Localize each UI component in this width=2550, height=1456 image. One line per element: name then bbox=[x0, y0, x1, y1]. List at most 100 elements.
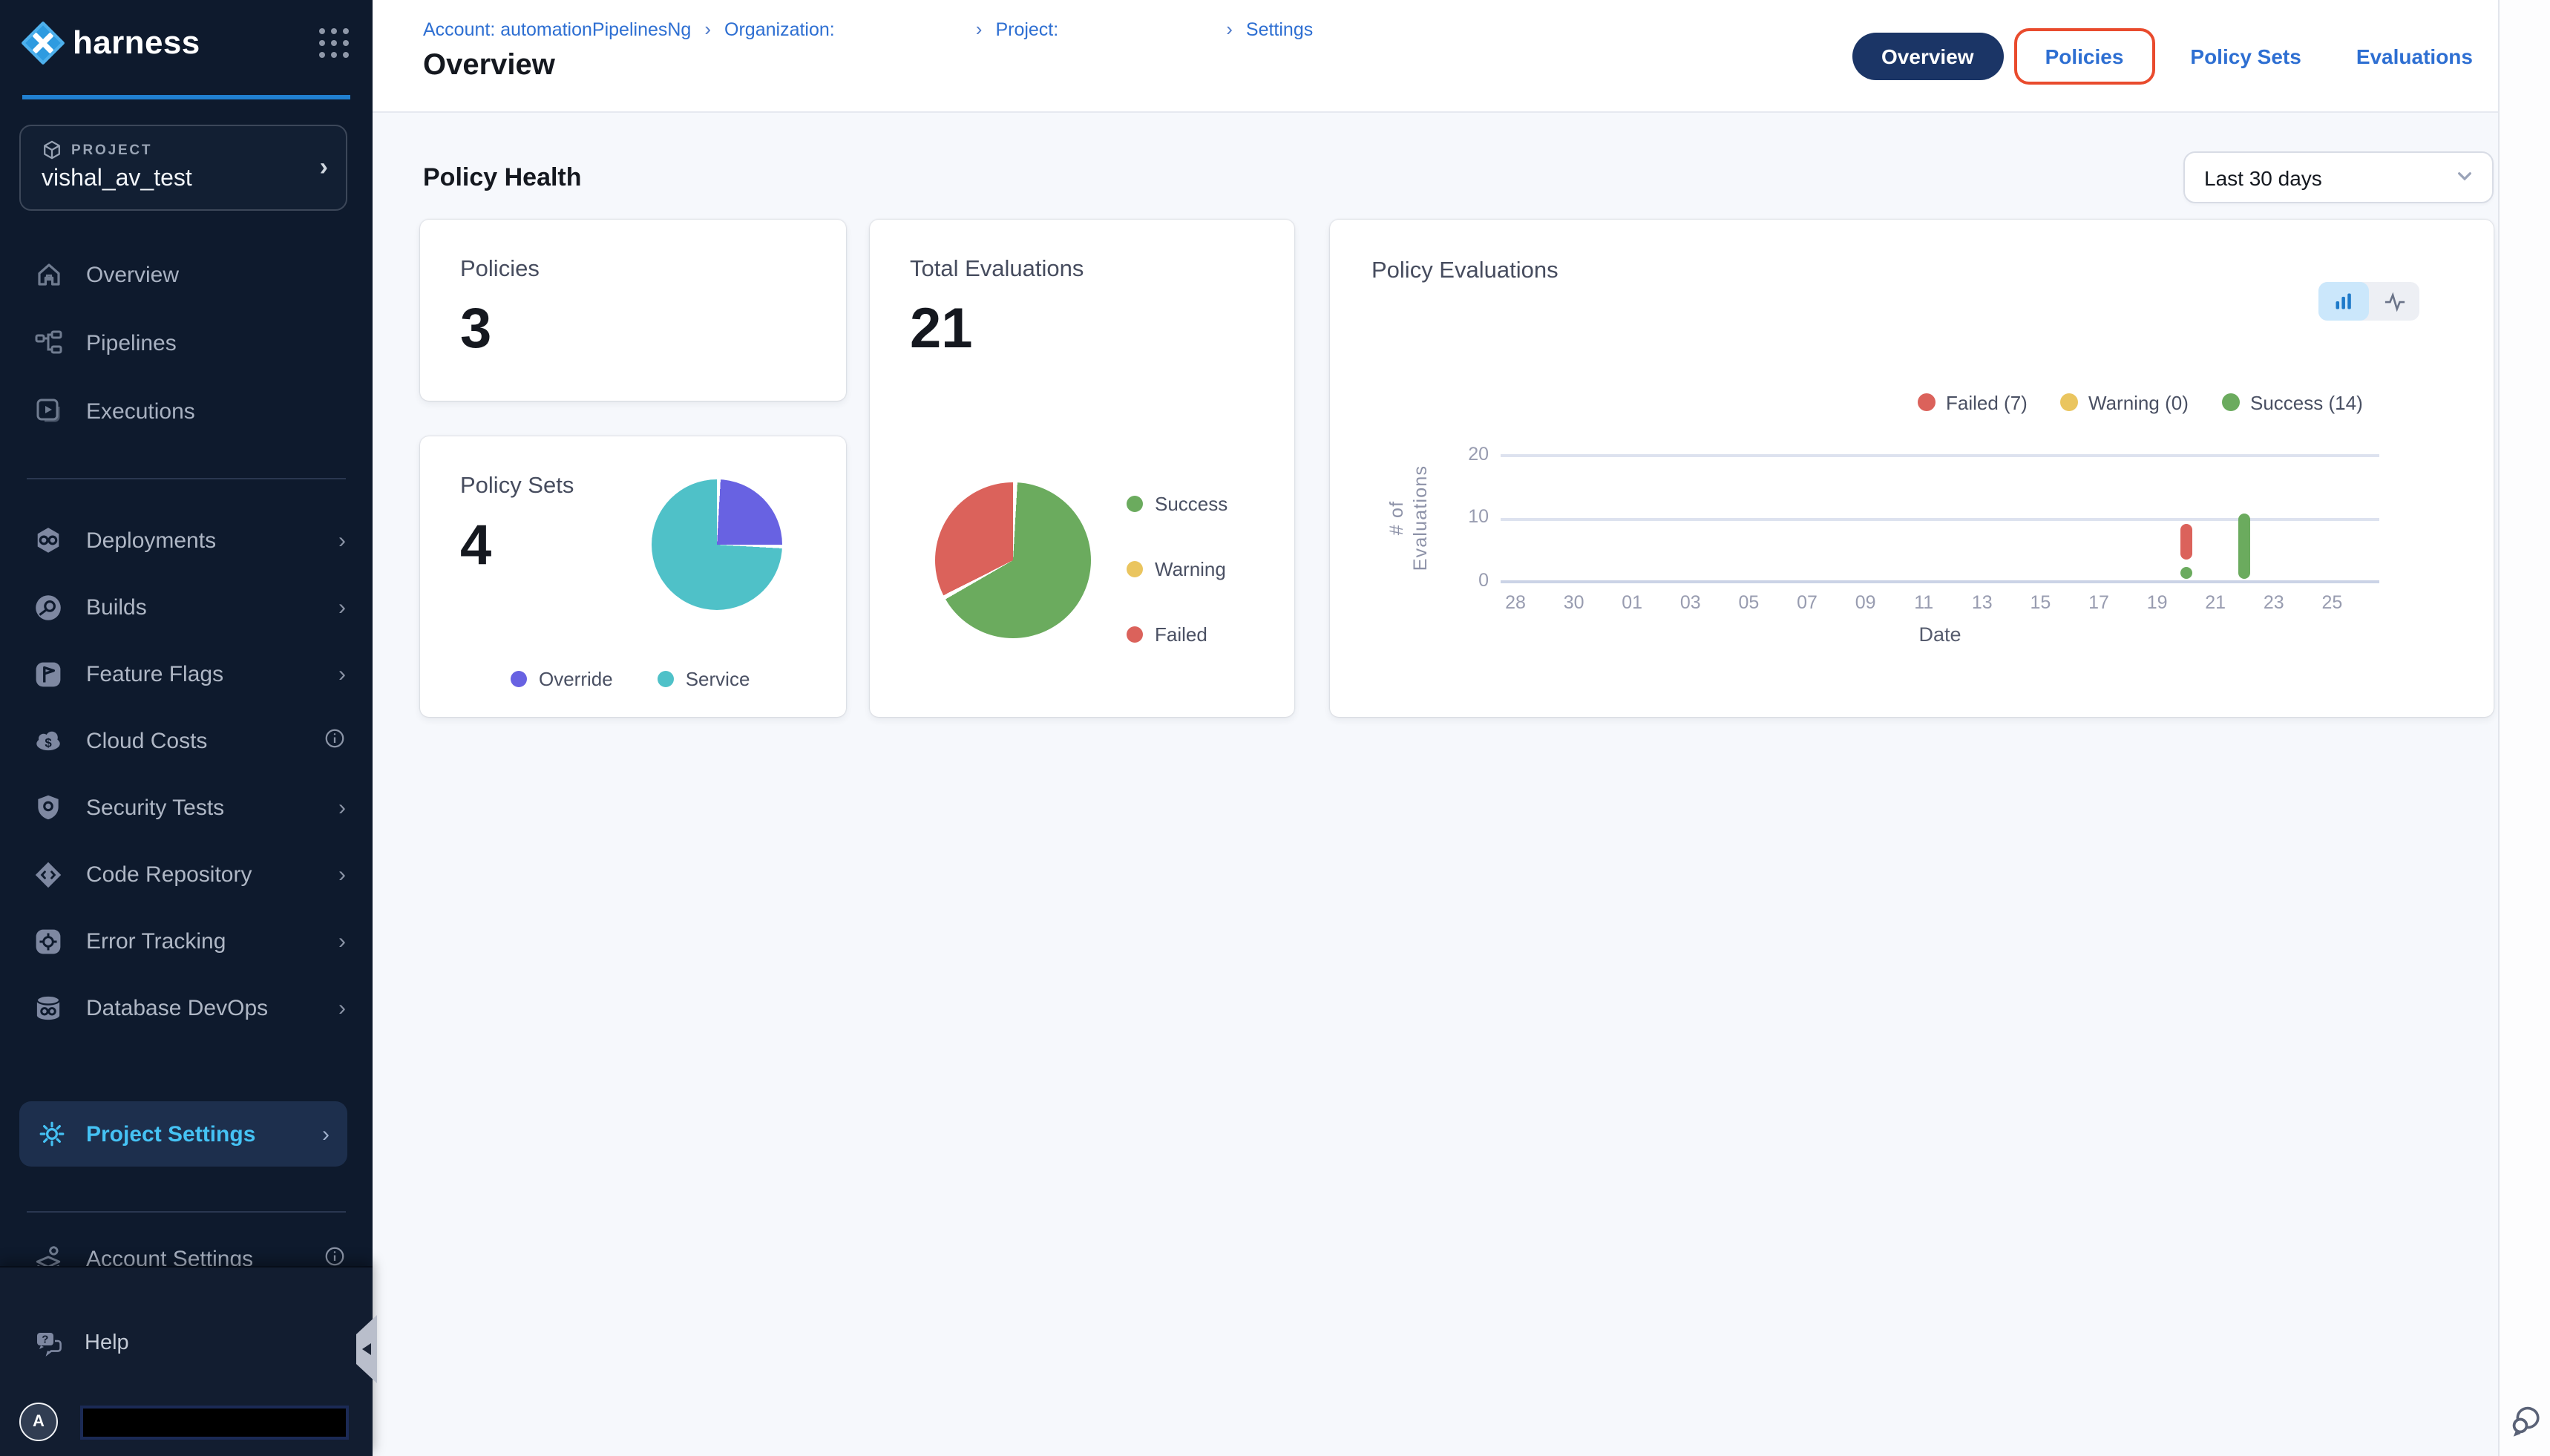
x-tick-label: 15 bbox=[2030, 592, 2051, 613]
sidebar-item-feature-flags[interactable]: Feature Flags › bbox=[0, 641, 373, 708]
svg-text:?: ? bbox=[41, 1333, 47, 1345]
tab-policies[interactable]: Policies bbox=[2014, 27, 2155, 84]
legend-label: Failed (7) bbox=[1946, 391, 2028, 413]
breadcrumb-organization[interactable]: Organization: bbox=[724, 19, 835, 39]
legend-label: Failed bbox=[1155, 623, 1207, 645]
sidebar-item-overview[interactable]: Overview bbox=[0, 240, 373, 309]
security-tests-icon bbox=[33, 793, 64, 824]
gridline-20 bbox=[1501, 454, 2379, 457]
card-title: Policy Evaluations bbox=[1371, 258, 1558, 285]
policies-count: 3 bbox=[460, 298, 810, 362]
project-selector[interactable]: PROJECT vishal_av_test › bbox=[19, 125, 347, 211]
sidebar-item-deployments[interactable]: Deployments › bbox=[0, 508, 373, 574]
tab-overview[interactable]: Overview bbox=[1852, 32, 2004, 79]
sidebar-item-label: Help bbox=[85, 1331, 129, 1354]
policy-sets-card: Policy Sets 4 Override Service bbox=[420, 436, 846, 717]
sidebar-item-project-settings[interactable]: Project Settings › bbox=[19, 1101, 347, 1167]
harness-logo[interactable]: harness bbox=[21, 21, 200, 65]
x-tick-label: 13 bbox=[1972, 592, 1993, 613]
sidebar-item-label: Project Settings bbox=[86, 1121, 255, 1147]
line-chart-toggle-button[interactable] bbox=[2369, 282, 2419, 321]
sidebar-item-cloud-costs[interactable]: $ Cloud Costs bbox=[0, 708, 373, 775]
info-icon bbox=[324, 727, 346, 755]
legend-dot-warning bbox=[2060, 393, 2078, 411]
legend-item: Service bbox=[658, 668, 750, 690]
home-icon bbox=[33, 259, 64, 290]
sidebar-item-label: Error Tracking bbox=[86, 929, 226, 954]
sidebar-item-pipelines[interactable]: Pipelines bbox=[0, 309, 373, 377]
x-tick-label: 25 bbox=[2321, 592, 2342, 613]
legend-label: Success bbox=[1155, 492, 1228, 514]
chevron-right-icon: › bbox=[338, 929, 346, 954]
legend-item-failed: Failed (7) bbox=[1918, 390, 2028, 414]
bar-chart-toggle-button[interactable] bbox=[2318, 282, 2369, 321]
tab-evaluations[interactable]: Evaluations bbox=[2356, 44, 2473, 68]
section-title: Policy Health bbox=[423, 163, 582, 192]
x-tick-label: 03 bbox=[1680, 592, 1701, 613]
legend-label: Override bbox=[539, 668, 613, 690]
chevron-right-icon: › bbox=[338, 662, 346, 687]
breadcrumb-account[interactable]: Account: automationPipelinesNg bbox=[423, 19, 691, 39]
legend-dot-override bbox=[511, 671, 527, 687]
harness-logo-icon bbox=[21, 21, 65, 65]
sidebar-item-label: Overview bbox=[86, 262, 179, 287]
app-launcher-icon[interactable] bbox=[319, 27, 350, 59]
bar-segment-success[interactable] bbox=[2239, 514, 2251, 580]
sidebar-item-label: Cloud Costs bbox=[86, 729, 207, 754]
sidebar-divider bbox=[27, 478, 346, 479]
sidebar-item-label: Code Repository bbox=[86, 862, 252, 888]
user-row: A bbox=[19, 1403, 349, 1441]
content-area: Policy Health Last 30 days Policies 3 Po… bbox=[373, 113, 2498, 1456]
avatar[interactable]: A bbox=[19, 1403, 58, 1441]
chevron-right-icon: › bbox=[338, 595, 346, 620]
bar-segment-success[interactable] bbox=[2180, 566, 2192, 579]
support-chat-icon[interactable] bbox=[2510, 1401, 2546, 1444]
legend-dot-success bbox=[1127, 495, 1143, 511]
right-rail bbox=[2498, 0, 2550, 1456]
code-repository-icon bbox=[33, 859, 64, 891]
sidebar-item-security-tests[interactable]: Security Tests › bbox=[0, 775, 373, 842]
chevron-right-icon: › bbox=[338, 528, 346, 554]
chevron-right-icon: › bbox=[338, 796, 346, 821]
sidebar-item-code-repository[interactable]: Code Repository › bbox=[0, 842, 373, 908]
total-evaluations-pie-chart bbox=[935, 482, 1091, 638]
total-evaluations-legend: Success Warning Failed bbox=[1127, 491, 1228, 687]
date-range-select[interactable]: Last 30 days bbox=[2183, 151, 2494, 203]
legend-dot-failed bbox=[1127, 626, 1143, 642]
legend-item: Success bbox=[1127, 491, 1228, 515]
chevron-down-icon bbox=[2455, 165, 2474, 189]
x-tick-label: 09 bbox=[1855, 592, 1876, 613]
sidebar-item-error-tracking[interactable]: Error Tracking › bbox=[0, 908, 373, 975]
x-tick-label: 05 bbox=[1738, 592, 1759, 613]
sidebar-item-database-devops[interactable]: Database DevOps › bbox=[0, 975, 373, 1042]
bar-chart-icon bbox=[2333, 291, 2354, 312]
y-axis-title: # of Evaluations bbox=[1385, 392, 1444, 644]
legend-item: Warning bbox=[1127, 557, 1228, 580]
sidebar-item-builds[interactable]: Builds › bbox=[0, 574, 373, 641]
sidebar-item-label: Feature Flags bbox=[86, 662, 223, 687]
help-chat-icon: ? bbox=[33, 1327, 64, 1358]
y-tick-label: 0 bbox=[1444, 570, 1489, 591]
project-name: vishal_av_test bbox=[42, 166, 328, 193]
cloud-costs-icon: $ bbox=[33, 726, 64, 757]
chart-type-toggle bbox=[2318, 282, 2419, 321]
total-evaluations-card: Total Evaluations 21 Success Warning bbox=[870, 220, 1294, 717]
sidebar-item-label: Deployments bbox=[86, 528, 216, 554]
bar-segment-failed[interactable] bbox=[2180, 524, 2192, 560]
governance-tabs: Overview Policies Policy Sets Evaluation… bbox=[1852, 27, 2473, 84]
chevron-right-icon: › bbox=[338, 996, 346, 1021]
breadcrumb-separator-icon: › bbox=[976, 18, 983, 40]
x-tick-label: 28 bbox=[1505, 592, 1526, 613]
tab-policy-sets[interactable]: Policy Sets bbox=[2190, 44, 2301, 68]
sidebar: harness PROJECT vishal_av_test › Ove bbox=[0, 0, 373, 1456]
deployments-icon bbox=[33, 525, 64, 557]
legend-dot-service bbox=[658, 671, 674, 687]
breadcrumb-settings[interactable]: Settings bbox=[1246, 19, 1313, 39]
harness-app: harness PROJECT vishal_av_test › Ove bbox=[0, 0, 2550, 1456]
legend-dot-warning bbox=[1127, 560, 1143, 577]
breadcrumb-project[interactable]: Project: bbox=[995, 19, 1058, 39]
sidebar-item-executions[interactable]: Executions bbox=[0, 377, 373, 445]
chevron-right-icon: › bbox=[338, 862, 346, 888]
sidebar-item-help[interactable]: ? Help bbox=[0, 1268, 373, 1358]
sidebar-nav: Overview Pipelines Executions bbox=[0, 240, 373, 445]
